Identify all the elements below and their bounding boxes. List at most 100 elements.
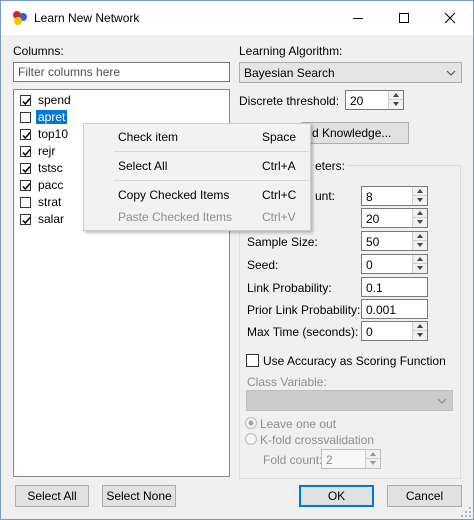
menu-item-label: Select All (118, 159, 168, 173)
prior-link-probability-field[interactable]: 0.001 (361, 299, 428, 319)
fold-count-value: 2 (326, 453, 333, 467)
seed-value: 0 (366, 258, 373, 272)
select-none-button[interactable]: Select None (102, 485, 176, 507)
sample-size-stepper[interactable]: 50 (361, 231, 428, 251)
checkbox-unchecked[interactable] (20, 197, 31, 208)
stepper-down-button[interactable] (413, 218, 427, 227)
list-item-label: spend (38, 93, 71, 107)
menu-item-shortcut: Space (262, 130, 297, 144)
menu-item-select-all[interactable]: Select All Ctrl+A (86, 155, 308, 177)
maximize-button[interactable] (381, 1, 427, 35)
arrow-up-icon (370, 452, 376, 456)
menu-item-shortcut: Ctrl+C (262, 188, 297, 202)
arrow-up-icon (417, 234, 423, 238)
arrow-down-icon (370, 461, 376, 465)
list-item-label: pacc (38, 178, 64, 192)
resize-grip-icon[interactable] (461, 507, 472, 518)
cancel-button[interactable]: Cancel (387, 485, 462, 507)
background-knowledge-button[interactable]: d Knowledge... (301, 122, 409, 144)
class-variable-select[interactable] (246, 390, 453, 411)
learn-new-network-dialog: Learn New Network Columns: spend apret t… (0, 0, 474, 520)
stepper-up-button[interactable] (413, 322, 427, 331)
discrete-threshold-stepper[interactable]: 20 (345, 90, 404, 110)
seed-stepper[interactable]: 0 (361, 254, 428, 274)
minimize-button[interactable] (335, 1, 381, 35)
list-item-label: tstsc (38, 161, 63, 175)
link-probability-field[interactable]: 0.1 (361, 277, 428, 297)
stepper-up-button[interactable] (413, 232, 427, 241)
menu-item-label: Check item (118, 130, 179, 144)
arrow-down-icon (417, 266, 423, 270)
param-stepper[interactable]: 20 (361, 208, 428, 228)
chevron-down-icon (437, 398, 447, 404)
link-probability-value: 0.1 (366, 281, 383, 295)
menu-item-copy-checked[interactable]: Copy Checked Items Ctrl+C (86, 184, 308, 206)
stepper-up-button[interactable] (413, 255, 427, 264)
ok-button[interactable]: OK (299, 485, 374, 507)
link-probability-label: Link Probability: (247, 281, 332, 295)
learning-algorithm-label: Learning Algorithm: (239, 44, 343, 58)
kfold-label: K-fold crossvalidation (260, 433, 375, 447)
stepper-up-button[interactable] (413, 209, 427, 218)
sample-size-value: 50 (366, 235, 380, 249)
list-item-label: top10 (38, 127, 69, 141)
maximize-icon (399, 13, 409, 23)
checkbox-checked[interactable] (20, 129, 31, 140)
checkbox-checked[interactable] (20, 95, 31, 106)
prior-link-probability-label: Prior Link Probability: (247, 303, 361, 317)
stepper-down-button[interactable] (366, 459, 380, 468)
arrow-down-icon (417, 243, 423, 247)
filter-columns-field[interactable] (13, 62, 230, 82)
discrete-threshold-label: Discrete threshold: (239, 94, 340, 108)
arrow-up-icon (417, 324, 423, 328)
chevron-down-icon (446, 70, 456, 76)
stepper-down-button[interactable] (413, 331, 427, 340)
stepper-down-button[interactable] (413, 241, 427, 250)
title-bar[interactable]: Learn New Network (1, 1, 473, 35)
bayes-network-app-icon (12, 10, 28, 26)
stepper-down-button[interactable] (413, 196, 427, 205)
close-icon (444, 12, 456, 24)
menu-separator (114, 151, 308, 152)
stepper-up-button[interactable] (389, 91, 403, 100)
menu-separator (114, 180, 308, 181)
seed-label: Seed: (247, 258, 279, 272)
prior-link-probability-value: 0.001 (366, 303, 397, 317)
window-title: Learn New Network (34, 11, 140, 25)
checkbox-checked[interactable] (20, 214, 31, 225)
arrow-down-icon (393, 102, 399, 106)
list-item-label: rejr (38, 144, 56, 158)
max-time-stepper[interactable]: 0 (361, 321, 428, 341)
parameters-group-label: eters: (313, 159, 348, 173)
arrow-down-icon (417, 333, 423, 337)
close-button[interactable] (427, 1, 473, 35)
learning-algorithm-select[interactable]: Bayesian Search (239, 62, 462, 83)
checkbox-unchecked[interactable] (20, 112, 31, 123)
stepper-down-button[interactable] (413, 264, 427, 273)
select-all-button[interactable]: Select All (15, 485, 89, 507)
list-item-label: apret (36, 110, 68, 124)
checkbox-checked[interactable] (20, 180, 31, 191)
checkbox-checked[interactable] (20, 163, 31, 174)
arrow-down-icon (417, 220, 423, 224)
stepper-down-button[interactable] (389, 100, 403, 109)
menu-item-check-item[interactable]: Check item Space (86, 126, 308, 148)
menu-item-paste-checked[interactable]: Paste Checked Items Ctrl+V (86, 206, 308, 228)
fold-count-stepper[interactable]: 2 (321, 449, 381, 469)
param-stepper[interactable]: 8 (361, 186, 428, 206)
context-menu: Check item Space Select All Ctrl+A Copy … (83, 123, 311, 231)
checkbox-checked[interactable] (20, 146, 31, 157)
filter-columns-input[interactable] (14, 63, 229, 81)
stepper-up-button[interactable] (366, 450, 380, 459)
max-time-label: Max Time (seconds): (247, 325, 359, 339)
leave-one-out-radio[interactable] (245, 417, 257, 429)
arrow-up-icon (417, 211, 423, 215)
param-value: 20 (366, 212, 380, 226)
columns-label: Columns: (13, 44, 64, 58)
use-accuracy-checkbox[interactable] (246, 354, 259, 367)
max-time-value: 0 (366, 325, 373, 339)
kfold-radio[interactable] (245, 433, 257, 445)
list-item-label: salar (38, 212, 65, 226)
stepper-up-button[interactable] (413, 187, 427, 196)
list-item-label: strat (38, 195, 62, 209)
